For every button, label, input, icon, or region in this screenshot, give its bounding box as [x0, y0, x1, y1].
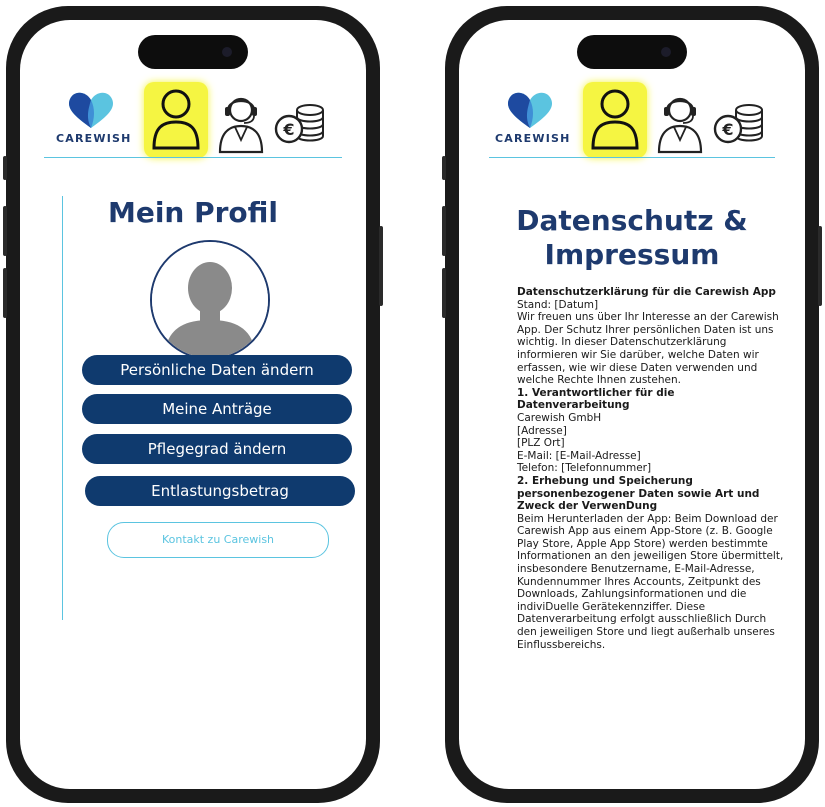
dynamic-island	[577, 35, 687, 69]
carewish-logo[interactable]: CAREWISH	[56, 90, 132, 154]
privacy-policy-text: Datenschutzerklärung für die Carewish Ap…	[517, 286, 785, 651]
app-header: CAREWISH €	[20, 80, 366, 160]
support-tab[interactable]	[214, 92, 268, 154]
profile-tab[interactable]	[144, 82, 208, 158]
support-agent-icon	[218, 97, 264, 154]
dynamic-island	[138, 35, 248, 69]
relief-amount-button[interactable]: Entlastungsbetrag	[85, 476, 355, 506]
profile-screen: CAREWISH € Mein Profil Persönliche Daten…	[20, 20, 366, 789]
phone-frame-profile: CAREWISH € Mein Profil Persönliche Daten…	[3, 6, 383, 803]
heart-logo-icon	[68, 92, 114, 128]
content-border-line	[62, 196, 63, 620]
support-agent-icon	[657, 97, 703, 154]
support-tab[interactable]	[653, 92, 707, 154]
phone-power-button	[379, 226, 383, 306]
company-email: E-Mail: [E-Mail-Adresse]	[517, 449, 641, 462]
edit-personal-data-button[interactable]: Persönliche Daten ändern	[82, 355, 352, 385]
brand-name: CAREWISH	[495, 132, 571, 145]
svg-text:€: €	[282, 120, 294, 139]
profile-tab[interactable]	[583, 82, 647, 158]
header-divider	[44, 157, 342, 158]
header-divider	[489, 157, 775, 158]
brand-name: CAREWISH	[56, 132, 132, 145]
phone-side-button	[3, 156, 7, 180]
carewish-logo[interactable]: CAREWISH	[495, 90, 571, 154]
company-city: [PLZ Ort]	[517, 437, 565, 450]
company-phone: Telefon: [Telefonnummer]	[517, 462, 652, 475]
phone-power-button	[818, 226, 822, 306]
profile-avatar[interactable]	[150, 240, 270, 360]
section-2-text: Beim Herunterladen der App: Beim Downloa…	[517, 512, 784, 651]
page-title-line2: Impressum	[544, 238, 720, 271]
privacy-screen: CAREWISH € Datenschutz & Impressum Daten…	[459, 20, 805, 789]
euro-coins-icon: €	[274, 104, 324, 144]
phone-volume-down	[442, 268, 446, 318]
change-care-level-button[interactable]: Pflegegrad ändern	[82, 434, 352, 464]
phone-volume-down	[3, 268, 7, 318]
avatar-silhouette-icon	[152, 242, 268, 358]
page-title-line1: Datenschutz &	[516, 204, 748, 237]
section-1-title: 1. Verantwortlicher für die Datenverarbe…	[517, 386, 675, 412]
phone-volume-up	[442, 206, 446, 256]
euro-coins-icon: €	[713, 104, 763, 144]
camera-icon	[661, 47, 671, 57]
company-name: Carewish GmbH	[517, 411, 602, 424]
user-profile-icon	[591, 89, 639, 150]
page-title: Datenschutz & Impressum	[459, 204, 805, 272]
phone-side-button	[442, 156, 446, 180]
app-header: CAREWISH €	[459, 80, 805, 160]
policy-heading: Datenschutzerklärung für die Carewish Ap…	[517, 286, 776, 298]
finance-tab[interactable]: €	[272, 100, 328, 148]
my-applications-button[interactable]: Meine Anträge	[82, 394, 352, 424]
section-2-title: 2. Erhebung und Speicherung personenbezo…	[517, 474, 760, 513]
heart-logo-icon	[507, 92, 553, 128]
user-profile-icon	[152, 89, 200, 150]
svg-text:€: €	[721, 120, 733, 139]
company-address: [Adresse]	[517, 424, 567, 437]
finance-tab[interactable]: €	[711, 100, 767, 148]
phone-volume-up	[3, 206, 7, 256]
phone-frame-privacy: CAREWISH € Datenschutz & Impressum Daten…	[442, 6, 822, 803]
camera-icon	[222, 47, 232, 57]
policy-intro: Wir freuen uns über Ihr Interesse an der…	[517, 311, 779, 387]
contact-carewish-button[interactable]: Kontakt zu Carewish	[107, 522, 329, 558]
policy-date: Stand: [Datum]	[517, 298, 599, 311]
page-title: Mein Profil	[107, 196, 279, 229]
